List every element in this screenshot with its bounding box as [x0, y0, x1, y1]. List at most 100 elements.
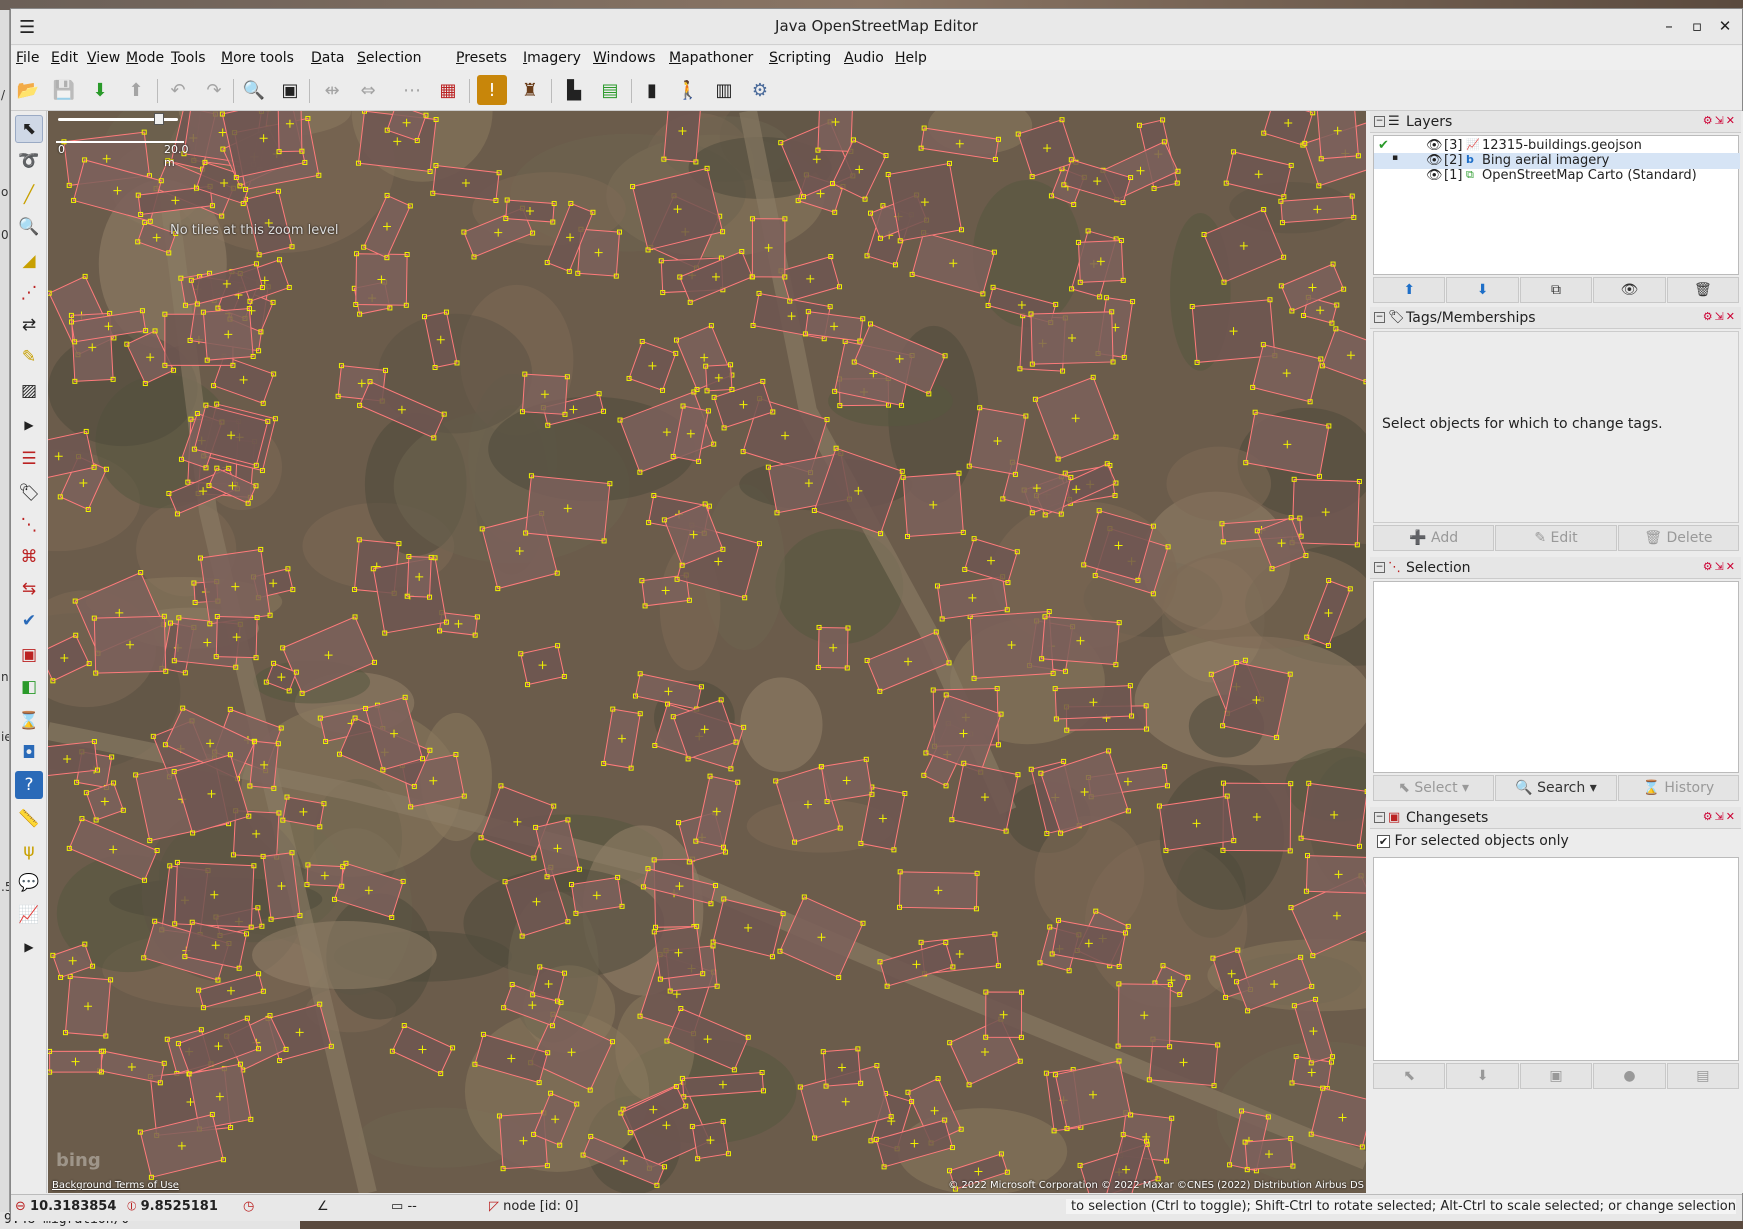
map-view[interactable]: 0 20.0 m No tiles at this zoom level bin…: [48, 111, 1366, 1193]
panel-controls-icon[interactable]: ⚙⇲✕: [1703, 810, 1737, 823]
selection-panel-header[interactable]: − ⋱ Selection ⚙⇲✕: [1370, 557, 1741, 579]
layer-row[interactable]: ✔ 👁 [3] 📈 12315-buildings.geojson: [1374, 138, 1740, 154]
menu-tools[interactable]: Tools: [171, 50, 206, 66]
collapse-icon[interactable]: −: [1374, 116, 1385, 127]
changesets-list[interactable]: [1373, 857, 1739, 1061]
redo-icon[interactable]: ↷: [199, 75, 229, 105]
visibility-eye-icon[interactable]: 👁: [1426, 138, 1443, 153]
collapse-icon[interactable]: −: [1374, 562, 1385, 573]
layer-row-selected[interactable]: ▪ 👁 [2] b Bing aerial imagery: [1374, 153, 1740, 169]
menu-file[interactable]: File: [16, 50, 39, 66]
help-toggle-icon[interactable]: ?: [15, 771, 43, 799]
building-way[interactable]: [663, 111, 701, 163]
changeset-close-icon[interactable]: ▣: [1519, 1063, 1593, 1089]
background-terms-link[interactable]: Background Terms of Use: [52, 1180, 179, 1191]
menu-edit[interactable]: Edit: [51, 50, 78, 66]
ruler-icon[interactable]: ◢: [15, 247, 43, 275]
traffic-icon[interactable]: ▮: [637, 75, 667, 105]
menu-imagery[interactable]: Imagery: [523, 50, 581, 66]
download-icon[interactable]: ⬇: [85, 75, 115, 105]
validation-icon[interactable]: !: [477, 75, 507, 105]
delete-layer-icon[interactable]: 🗑: [1666, 277, 1740, 303]
conflict-toggle-icon[interactable]: ⇆: [15, 575, 43, 603]
history-button[interactable]: ⌛ History: [1617, 775, 1739, 801]
menu-data[interactable]: Data: [311, 50, 344, 66]
measurement-icon[interactable]: 📏: [15, 805, 43, 833]
building-way[interactable]: [1316, 111, 1359, 160]
validator-toggle-icon[interactable]: ✔: [15, 607, 43, 635]
combine-way-icon[interactable]: ⇔: [353, 75, 383, 105]
building-way[interactable]: [48, 740, 99, 777]
menu-selection[interactable]: Selection: [357, 50, 422, 66]
chart-toggle-icon[interactable]: 📈: [15, 901, 43, 929]
panel-controls-icon[interactable]: ⚙⇲✕: [1703, 560, 1737, 573]
history-toggle-icon[interactable]: ⌛: [15, 707, 43, 735]
layer-row[interactable]: 👁 [1] ⧉ OpenStreetMap Carto (Standard): [1374, 168, 1740, 184]
building-tool-icon[interactable]: ▙: [559, 75, 589, 105]
relation-toggle-icon[interactable]: ⌘: [15, 543, 43, 571]
select-button[interactable]: ⬉ Select ▾: [1373, 775, 1495, 801]
selection-list[interactable]: [1373, 581, 1739, 773]
pedestrian-icon[interactable]: 🚶: [673, 75, 703, 105]
layers-panel-header[interactable]: − ☰ Layers ⚙⇲✕: [1370, 111, 1741, 133]
changeset-web-icon[interactable]: ▤: [1666, 1063, 1740, 1089]
visibility-eye-icon[interactable]: 👁: [1426, 168, 1443, 183]
tags-panel-header[interactable]: − 🏷 Tags/Memberships ⚙⇲✕: [1370, 307, 1741, 329]
wireframe-icon[interactable]: ▦: [433, 75, 463, 105]
tags-toggle-icon[interactable]: 🏷: [15, 479, 43, 507]
search-button[interactable]: 🔍 Search ▾: [1495, 775, 1617, 801]
lasso-icon[interactable]: ➰: [15, 147, 43, 175]
merge-nodes-icon[interactable]: ⋯: [397, 75, 427, 105]
visibility-eye-icon[interactable]: 👁: [1426, 153, 1443, 168]
menu-scripting[interactable]: Scripting: [769, 50, 831, 66]
preferences-icon[interactable]: ▣: [275, 75, 305, 105]
tracer-icon[interactable]: ▤: [595, 75, 625, 105]
open-file-icon[interactable]: 📂: [13, 75, 43, 105]
changesets-panel-header[interactable]: − ▣ Changesets ⚙⇲✕: [1370, 807, 1741, 829]
expand-arrow-2-icon[interactable]: ▶: [15, 933, 43, 961]
changeset-toggle-icon[interactable]: ▣: [15, 641, 43, 669]
settings-gear-icon[interactable]: ⚙: [745, 75, 775, 105]
menu-more-tools[interactable]: More tools: [221, 50, 294, 66]
move-down-icon[interactable]: ⬇: [1446, 277, 1519, 303]
building-mode-icon[interactable]: ▨: [15, 377, 43, 405]
save-icon[interactable]: 💾: [49, 75, 79, 105]
maximize-button[interactable]: ▫: [1686, 15, 1708, 37]
menu-audio[interactable]: Audio: [844, 50, 884, 66]
layers-toggle-icon[interactable]: ☰: [15, 445, 43, 473]
map-canvas[interactable]: [48, 111, 1366, 1193]
checkbox-checked-icon[interactable]: ✔: [1377, 835, 1390, 848]
move-up-icon[interactable]: ⬆: [1373, 277, 1446, 303]
changeset-download-icon[interactable]: ⬇: [1446, 1063, 1519, 1089]
changeset-select-icon[interactable]: ⬉: [1373, 1063, 1446, 1089]
activate-layer-icon[interactable]: ⧉: [1519, 277, 1593, 303]
crossing-icon[interactable]: ▥: [709, 75, 739, 105]
minimize-button[interactable]: –: [1658, 15, 1680, 37]
expand-arrow-icon[interactable]: ▶: [15, 411, 43, 439]
changeset-info-icon[interactable]: ●: [1593, 1063, 1666, 1089]
menu-presets[interactable]: Presets: [456, 50, 507, 66]
menu-mode[interactable]: Mode: [126, 50, 164, 66]
castle-icon[interactable]: ♜: [515, 75, 545, 105]
menu-mapathoner[interactable]: Mapathoner: [669, 50, 753, 66]
filter-toggle-icon[interactable]: ◘: [15, 739, 43, 767]
zoom-mode-icon[interactable]: 🔍: [15, 213, 43, 241]
fork-icon[interactable]: ψ: [15, 837, 43, 865]
for-selected-only-checkbox[interactable]: ✔ For selected objects only: [1377, 833, 1569, 849]
map-paint-icon[interactable]: ◧: [15, 673, 43, 701]
pencil-icon[interactable]: ✎: [15, 343, 43, 371]
collapse-icon[interactable]: −: [1374, 312, 1385, 323]
close-button[interactable]: ✕: [1714, 15, 1736, 37]
zoom-icon[interactable]: 🔍: [239, 75, 269, 105]
collapse-icon[interactable]: −: [1374, 812, 1385, 823]
panel-controls-icon[interactable]: ⚙⇲✕: [1703, 310, 1737, 323]
menu-help[interactable]: Help: [895, 50, 927, 66]
parallel-way-icon[interactable]: ⇄: [15, 311, 43, 339]
draw-nodes-icon[interactable]: ╱: [15, 181, 43, 209]
select-mode-icon[interactable]: ⬉: [15, 115, 43, 143]
undo-icon[interactable]: ↶: [163, 75, 193, 105]
notes-icon[interactable]: 💬: [15, 869, 43, 897]
building-way[interactable]: [817, 111, 853, 152]
show-hide-icon[interactable]: 👁: [1593, 277, 1666, 303]
delete-tag-button[interactable]: 🗑 Delete: [1617, 525, 1739, 551]
